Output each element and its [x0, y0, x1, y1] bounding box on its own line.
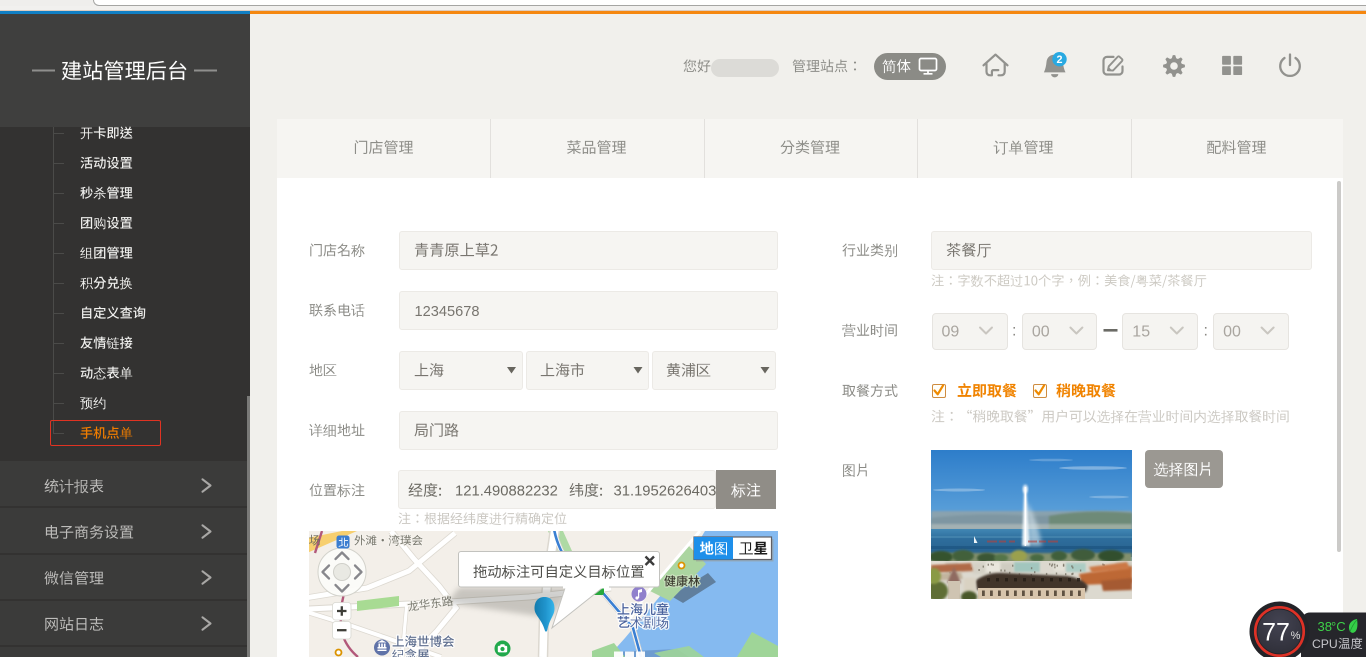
- svg-text:15: 15: [1132, 324, 1150, 341]
- svg-text:121.490882232: 121.490882232: [455, 484, 558, 500]
- svg-text:2: 2: [1056, 54, 1062, 66]
- svg-text:°C: °C: [1331, 619, 1346, 634]
- svg-text:12345678: 12345678: [415, 304, 480, 320]
- svg-text:09: 09: [942, 324, 960, 341]
- svg-text::: :: [1012, 323, 1016, 340]
- svg-text::: :: [1204, 323, 1208, 340]
- svg-text:00: 00: [1223, 324, 1241, 341]
- svg-text:00: 00: [1032, 324, 1050, 341]
- svg-text:%: %: [1291, 630, 1301, 642]
- svg-text:31.1952626403: 31.1952626403: [614, 484, 717, 500]
- svg-text:CPU: CPU: [1312, 637, 1338, 651]
- svg-text:38: 38: [1318, 619, 1332, 634]
- svg-text:77: 77: [1262, 619, 1290, 647]
